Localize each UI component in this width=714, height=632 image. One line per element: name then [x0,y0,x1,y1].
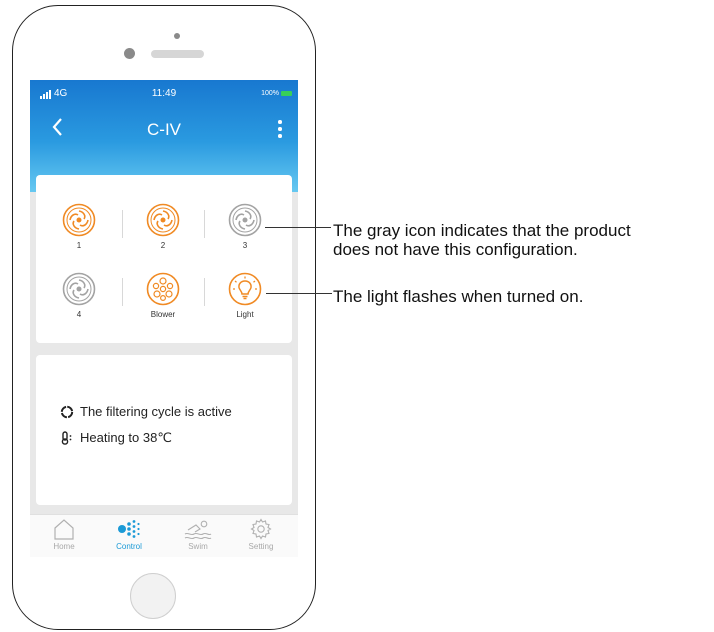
control-label: 1 [76,241,82,250]
divider [122,278,123,306]
status-card: The filtering cycle is active Heating to… [36,355,292,505]
phone-home-button[interactable] [130,573,176,619]
control-button-pump-1[interactable]: 1 [51,203,107,250]
tab-setting[interactable]: Setting [235,518,287,551]
filtering-text: The filtering cycle is active [80,404,232,419]
front-sensor [174,33,180,39]
control-label: Blower [150,310,176,319]
pump-icon [228,203,262,237]
tab-swim[interactable]: Swim [172,518,224,551]
thermometer-icon [61,431,72,445]
heating-text: Heating to 38℃ [80,430,172,445]
control-button-pump-2[interactable]: 2 [135,203,191,250]
pump-icon [62,272,96,306]
tab-home[interactable]: Home [38,518,90,551]
blower-icon [146,272,180,306]
control-button-blower[interactable]: Blower [135,272,191,319]
filter-cycle-icon [60,405,74,418]
divider [122,210,123,238]
control-label: 4 [76,310,82,319]
status-time: 11:49 [151,88,177,99]
earpiece-speaker [151,50,204,58]
control-label: 3 [242,241,248,250]
tab-label: Setting [248,542,274,551]
callout-gray-icon: The gray icon indicates that the product… [333,221,631,259]
control-label: Light [236,310,254,319]
status-battery: 100% [261,90,292,97]
pump-icon [62,203,96,237]
callout-gray-icon-line-2: does not have this configuration. [333,240,578,259]
control-label: 2 [160,241,166,250]
callout-line-gray-icon [265,227,331,228]
app-screen: 4G 11:49 100% C-IV 1 2 3 4 Blower Light … [30,80,298,557]
divider [204,278,205,306]
page-title: C-IV [147,120,181,139]
tab-control[interactable]: Control [103,518,155,551]
light-bulb-icon [228,272,262,306]
bottom-tab-bar: Home Control Swim Setting [30,514,298,557]
control-button-light[interactable]: Light [217,272,273,319]
more-vertical-icon [275,120,285,138]
battery-label: 100% [261,90,279,97]
tab-label: Swim [188,542,208,551]
filtering-status: The filtering cycle is active [60,404,232,419]
more-menu-button[interactable] [275,120,285,142]
heating-status: Heating to 38℃ [60,430,172,446]
controls-card: 1 2 3 4 Blower Light [36,175,292,343]
callout-gray-icon-line-1: The gray icon indicates that the product [333,221,631,240]
front-camera [124,48,135,59]
callout-light: The light flashes when turned on. [333,287,584,306]
control-dots-icon [118,520,140,538]
swim-icon [184,520,212,540]
tab-label: Control [116,542,142,551]
pump-icon [146,203,180,237]
home-icon [54,519,74,540]
gear-icon [250,518,272,540]
tab-label: Home [53,542,75,551]
callout-line-light [266,293,332,294]
battery-icon [281,90,292,96]
control-button-pump-4[interactable]: 4 [51,272,107,319]
divider [204,210,205,238]
